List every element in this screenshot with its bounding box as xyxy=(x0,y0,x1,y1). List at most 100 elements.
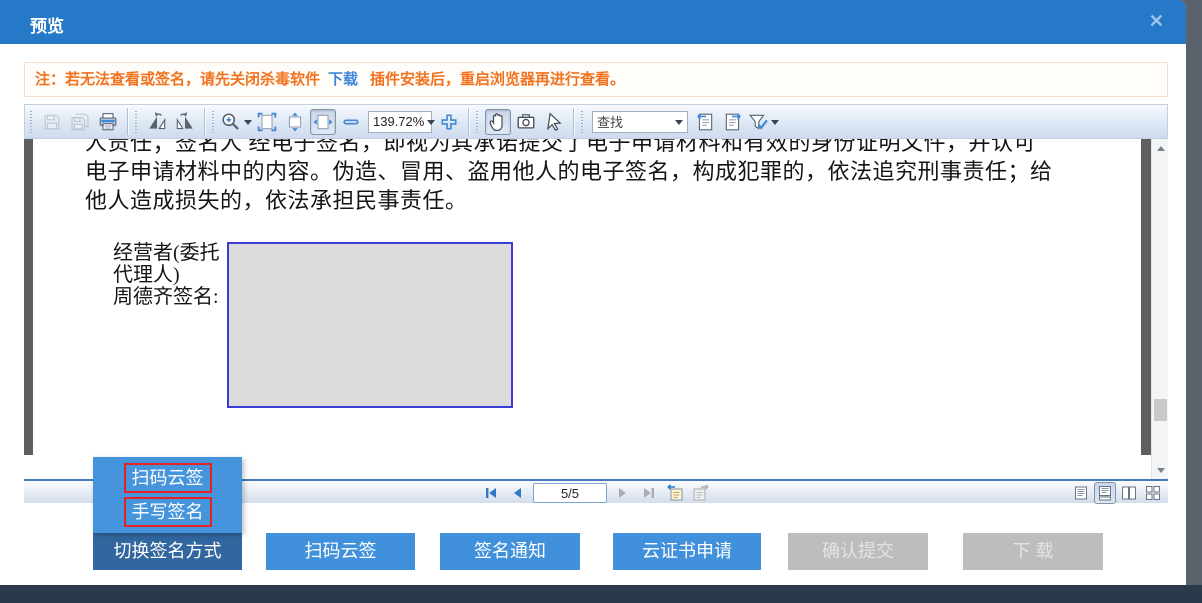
zoom-in-tool-button[interactable] xyxy=(221,109,252,135)
rotate-right-button[interactable] xyxy=(172,109,198,135)
document-line-clipped: 人责任；签名人 经电子签名，即视为其承诺提交了电子申请材料和有效的身份证明文件，… xyxy=(85,139,1141,157)
save-all-button xyxy=(67,109,93,135)
single-page-icon xyxy=(1073,485,1089,501)
actual-size-button[interactable] xyxy=(310,109,336,135)
rotate-right-icon xyxy=(174,111,196,133)
previous-view-icon xyxy=(666,484,684,502)
toolbar-separator xyxy=(573,108,574,135)
notice-bar: 注：若无法查看或签名，请先关闭杀毒软件下载插件安装后，重启浏览器再进行查看。 xyxy=(24,62,1168,97)
camera-icon xyxy=(516,112,536,132)
toolbar-separator xyxy=(468,108,469,135)
zoom-level-value: 139.72% xyxy=(373,114,424,129)
preview-dialog: 预览 ✕ 注：若无法查看或签名，请先关闭杀毒软件下载插件安装后，重启浏览器再进行… xyxy=(0,0,1186,585)
page-number-input[interactable] xyxy=(533,483,607,503)
dialog-header: 预览 ✕ xyxy=(0,0,1186,44)
find-previous-button[interactable] xyxy=(692,109,718,135)
switch-sign-method-button[interactable]: 切换签名方式 xyxy=(93,533,242,570)
next-view-icon xyxy=(692,484,710,502)
save-icon xyxy=(43,113,61,131)
first-page-button[interactable] xyxy=(481,483,501,503)
fit-page-button[interactable] xyxy=(254,109,280,135)
select-tool-button[interactable] xyxy=(541,109,567,135)
toolbar-grip xyxy=(476,111,480,133)
hand-icon xyxy=(488,112,508,132)
triangle-down-icon xyxy=(1157,468,1165,477)
scan-cloud-sign-label: 扫码云签 xyxy=(124,463,212,493)
find-combo[interactable]: 查找 xyxy=(592,111,688,133)
dialog-title: 预览 xyxy=(30,12,64,37)
toolbar-grip xyxy=(135,111,139,133)
magnifier-plus-icon xyxy=(221,112,241,132)
notice-text: 注：若无法查看或签名，请先关闭杀毒软件 xyxy=(35,71,320,88)
zoom-in-button[interactable] xyxy=(436,109,462,135)
notice-text-after: 插件安装后，重启浏览器再进行查看。 xyxy=(370,71,625,88)
continuous-view-button[interactable] xyxy=(1094,482,1116,504)
fill-sign-filter-button[interactable] xyxy=(748,109,779,135)
page-margin-right xyxy=(1141,139,1151,455)
rotate-left-button[interactable] xyxy=(144,109,170,135)
pdf-page: 人责任；签名人 经电子签名，即视为其承诺提交了电子申请材料和有效的身份证明文件，… xyxy=(33,139,1141,455)
signature-label: 经营者(委托 代理人) 周德齐签名: xyxy=(113,242,225,308)
pager-controls xyxy=(481,481,711,505)
toolbar-grip xyxy=(30,111,34,133)
toolbar-grip xyxy=(212,111,216,133)
document-text: 人责任；签名人 经电子签名，即视为其承诺提交了电子申请材料和有效的身份证明文件，… xyxy=(33,139,1141,215)
next-page-button xyxy=(613,483,633,503)
zoom-out-button[interactable] xyxy=(338,109,364,135)
find-next-button[interactable] xyxy=(720,109,746,135)
signature-label-line: 代理人) xyxy=(113,264,225,286)
page-layout-controls xyxy=(1070,481,1164,505)
first-page-icon xyxy=(484,486,498,500)
fit-page-icon xyxy=(257,112,277,132)
facing-view-button[interactable] xyxy=(1118,482,1140,504)
handwrite-sign-label: 手写签名 xyxy=(124,497,212,527)
previous-page-button[interactable] xyxy=(507,483,527,503)
single-page-view-button[interactable] xyxy=(1070,482,1092,504)
scan-cloud-sign-button[interactable]: 扫码云签 xyxy=(266,533,415,570)
previous-view-button[interactable] xyxy=(665,483,685,503)
toolbar-grip xyxy=(581,111,585,133)
find-value: 查找 xyxy=(597,112,672,131)
scroll-up-arrow[interactable] xyxy=(1152,139,1168,156)
triangle-up-icon xyxy=(1157,142,1165,151)
page-background-bottom xyxy=(0,585,1202,603)
cloud-cert-apply-button[interactable]: 云证书申请 xyxy=(613,533,761,570)
last-page-button xyxy=(639,483,659,503)
toolbar-separator xyxy=(127,108,128,135)
menu-item-scan-cloud-sign[interactable]: 扫码云签 xyxy=(124,463,212,493)
sign-notify-button[interactable]: 签名通知 xyxy=(440,533,580,570)
find-previous-icon xyxy=(695,112,715,132)
print-button[interactable] xyxy=(95,109,121,135)
continuous-facing-view-button[interactable] xyxy=(1142,482,1164,504)
document-viewer: 人责任；签名人 经电子签名，即视为其承诺提交了电子申请材料和有效的身份证明文件，… xyxy=(24,139,1168,479)
next-page-icon xyxy=(616,486,630,500)
document-line: 电子申请材料中的内容。伪造、冒用、盗用他人的电子签名，构成犯罪的，依法追究刑事责… xyxy=(85,157,1141,186)
download-plugin-link[interactable]: 下载 xyxy=(328,71,358,88)
close-icon[interactable]: ✕ xyxy=(1149,11,1164,32)
signature-section: 经营者(委托 代理人) 周德齐签名: xyxy=(33,242,1141,408)
funnel-check-icon xyxy=(748,112,768,132)
menu-item-handwrite-sign[interactable]: 手写签名 xyxy=(124,497,212,527)
snapshot-button[interactable] xyxy=(513,109,539,135)
continuous-page-icon xyxy=(1097,485,1113,501)
fit-width-button[interactable] xyxy=(282,109,308,135)
select-cursor-icon xyxy=(544,112,564,132)
find-caret xyxy=(675,120,683,129)
scroll-down-arrow[interactable] xyxy=(1152,462,1168,479)
save-button xyxy=(39,109,65,135)
scrollbar-thumb[interactable] xyxy=(1154,399,1167,421)
continuous-facing-icon xyxy=(1145,485,1161,501)
vertical-scrollbar[interactable] xyxy=(1151,139,1168,479)
zoom-level-combo[interactable]: 139.72% xyxy=(368,111,432,133)
signature-method-popup: 扫码云签 手写签名 xyxy=(93,457,242,533)
find-next-icon xyxy=(723,112,743,132)
save-all-icon xyxy=(71,113,89,131)
signature-field[interactable] xyxy=(227,242,513,408)
facing-pages-icon xyxy=(1121,485,1137,501)
hand-tool-button[interactable] xyxy=(485,109,511,135)
pdf-toolbar: 139.72% 查找 xyxy=(24,104,1168,139)
toolbar-separator xyxy=(204,108,205,135)
previous-page-icon xyxy=(510,486,524,500)
actual-size-icon xyxy=(313,112,333,132)
print-icon xyxy=(98,112,118,132)
